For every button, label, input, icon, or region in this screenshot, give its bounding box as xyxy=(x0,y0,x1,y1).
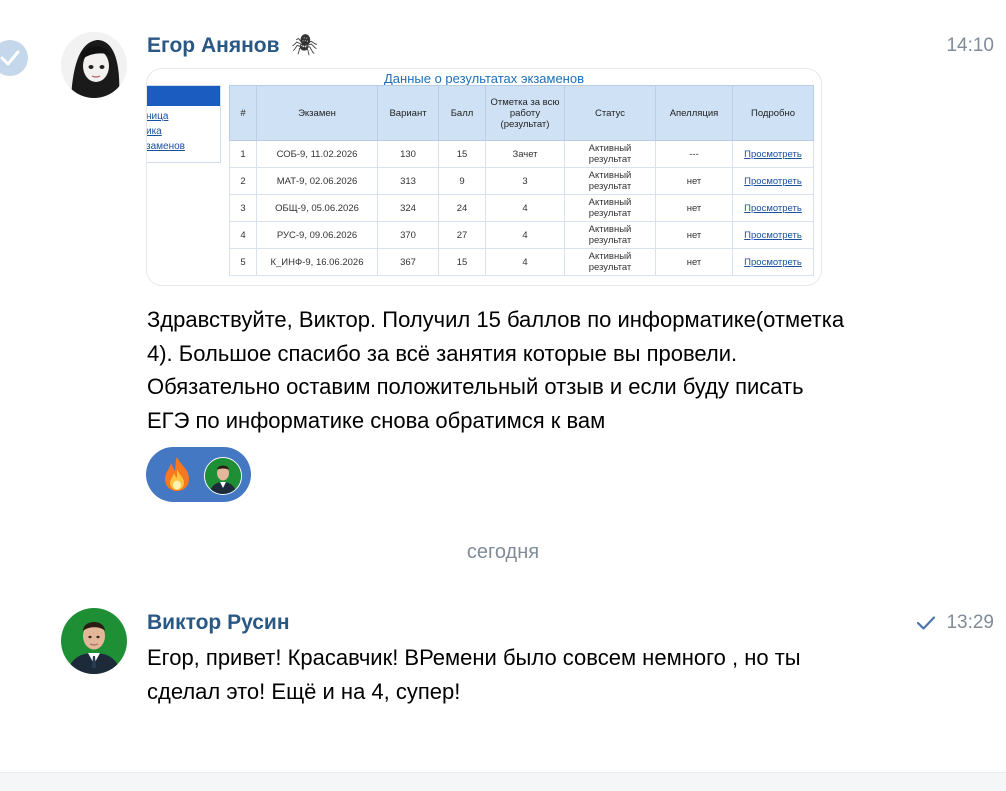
table-cell: 130 xyxy=(377,140,439,168)
read-check-icon xyxy=(917,616,936,630)
attachment-title: Данные о результатах экзаменов xyxy=(383,71,584,86)
table-cell: 24 xyxy=(438,194,486,222)
table-row: 1 СОБ-9, 11.02.2026 130 15 Зачет Активный рез… xyxy=(229,140,814,168)
text-line: ЕГЭ по информатике снова обратимся к вам xyxy=(147,407,606,433)
table-cell: 3 xyxy=(485,167,565,195)
col-header: Статус xyxy=(564,85,656,141)
table-cell: Зачет xyxy=(485,140,565,168)
view-link[interactable]: Просмотреть xyxy=(732,167,814,195)
date-separator: сегодня xyxy=(466,541,540,563)
text-line: Егор, привет! Красавчик! ВРемени было со… xyxy=(147,645,801,670)
message-text: Егор, привет! Красавчик! ВРемени было со… xyxy=(147,641,947,708)
text-line: Здравствуйте, Виктор. Получил 15 баллов … xyxy=(147,307,845,332)
table-cell: 313 xyxy=(377,167,439,195)
table-cell: Активный результат xyxy=(564,140,656,168)
table-cell: 4 xyxy=(229,221,257,249)
message-meta: 13:29 xyxy=(916,612,994,634)
table-cell: Активный результат xyxy=(564,194,656,222)
table-cell: 9 xyxy=(438,167,486,195)
reaction-user-avatar xyxy=(204,457,242,495)
table-row: 2 МАТ-9, 02.06.2026 313 9 3 Активный результа… xyxy=(229,167,814,195)
table-cell: СОБ-9, 11.02.2026 xyxy=(256,140,378,168)
spider-emoji: 🕷 xyxy=(291,34,319,57)
text-line: 4). Большое спасибо за всё занятия котор… xyxy=(147,340,738,366)
reaction-chip[interactable] xyxy=(146,447,251,502)
table-cell: Активный результат xyxy=(564,221,656,249)
col-header: Балл xyxy=(438,85,486,141)
table-cell: 27 xyxy=(438,221,486,249)
table-cell: 15 xyxy=(438,140,486,168)
table-cell: Активный результат xyxy=(564,248,656,276)
col-header: Отметка за всю работу (результат) xyxy=(485,85,565,141)
table-cell: 3 xyxy=(229,194,257,222)
table-row: 3 ОБЩ-9, 05.06.2026 324 24 4 Активный результ… xyxy=(229,194,814,222)
side-menu-bar xyxy=(147,86,220,106)
table-cell: 15 xyxy=(438,248,486,276)
table-cell: 370 xyxy=(377,221,439,249)
view-link[interactable]: Просмотреть xyxy=(732,248,814,276)
table-cell: нет xyxy=(655,248,733,276)
col-header: Вариант xyxy=(377,85,439,141)
author-name[interactable]: Егор Анянов xyxy=(147,34,280,57)
avatar-egor[interactable] xyxy=(61,32,127,98)
table-cell: К_ИНФ-9, 16.06.2026 xyxy=(256,248,378,276)
col-header: Подробно xyxy=(732,85,814,141)
table-cell: 2 xyxy=(229,167,257,195)
table-cell: --- xyxy=(655,140,733,168)
text-line: сделал это! Ещё и на 4, супер! xyxy=(147,678,461,704)
table-cell: нет xyxy=(655,194,733,222)
view-link[interactable]: Просмотреть xyxy=(732,221,814,249)
table-cell: нет xyxy=(655,167,733,195)
table-cell: нет xyxy=(655,221,733,249)
col-header: Апелляция xyxy=(655,85,733,141)
table-cell: Активный результат xyxy=(564,167,656,195)
message-author[interactable]: Виктор Русин xyxy=(147,611,290,635)
composer-area xyxy=(0,772,1006,791)
attachment-side-menu: ница ика заменов xyxy=(146,85,221,163)
table-cell: 4 xyxy=(485,194,565,222)
fire-reaction-icon xyxy=(165,457,189,491)
view-link[interactable]: Просмотреть xyxy=(732,140,814,168)
table-row: 5 К_ИНФ-9, 16.06.2026 367 15 4 Активный резул… xyxy=(229,248,814,276)
side-link: ика xyxy=(146,126,162,137)
message-text: Здравствуйте, Виктор. Получил 15 баллов … xyxy=(147,303,947,437)
table-cell: ОБЩ-9, 05.06.2026 xyxy=(256,194,378,222)
avatar-viktor[interactable] xyxy=(61,608,127,674)
col-header: Экзамен xyxy=(256,85,378,141)
view-link[interactable]: Просмотреть xyxy=(732,194,814,222)
side-link: ница xyxy=(146,111,169,122)
table-cell: 4 xyxy=(485,221,565,249)
message-time[interactable]: 13:29 xyxy=(946,612,994,634)
table-cell: 367 xyxy=(377,248,439,276)
exam-results-table: # Экзамен Вариант Балл Отметка за всю ра… xyxy=(229,85,814,276)
table-cell: 1 xyxy=(229,140,257,168)
table-cell: 5 xyxy=(229,248,257,276)
message-author[interactable]: Егор Анянов 🕷 xyxy=(147,34,318,58)
col-header: # xyxy=(229,85,257,141)
table-cell: РУС-9, 09.06.2026 xyxy=(256,221,378,249)
table-cell: МАТ-9, 02.06.2026 xyxy=(256,167,378,195)
image-attachment[interactable]: Данные о результатах экзаменов ница ика … xyxy=(146,68,822,286)
side-link: заменов xyxy=(146,141,185,152)
table-row: 4 РУС-9, 09.06.2026 370 27 4 Активный результ… xyxy=(229,221,814,249)
table-cell: 4 xyxy=(485,248,565,276)
text-line: Обязательно оставим положительный отзыв … xyxy=(147,374,804,399)
message-select-check-icon[interactable] xyxy=(0,40,28,76)
table-cell: 324 xyxy=(377,194,439,222)
message-time[interactable]: 14:10 xyxy=(946,35,994,57)
